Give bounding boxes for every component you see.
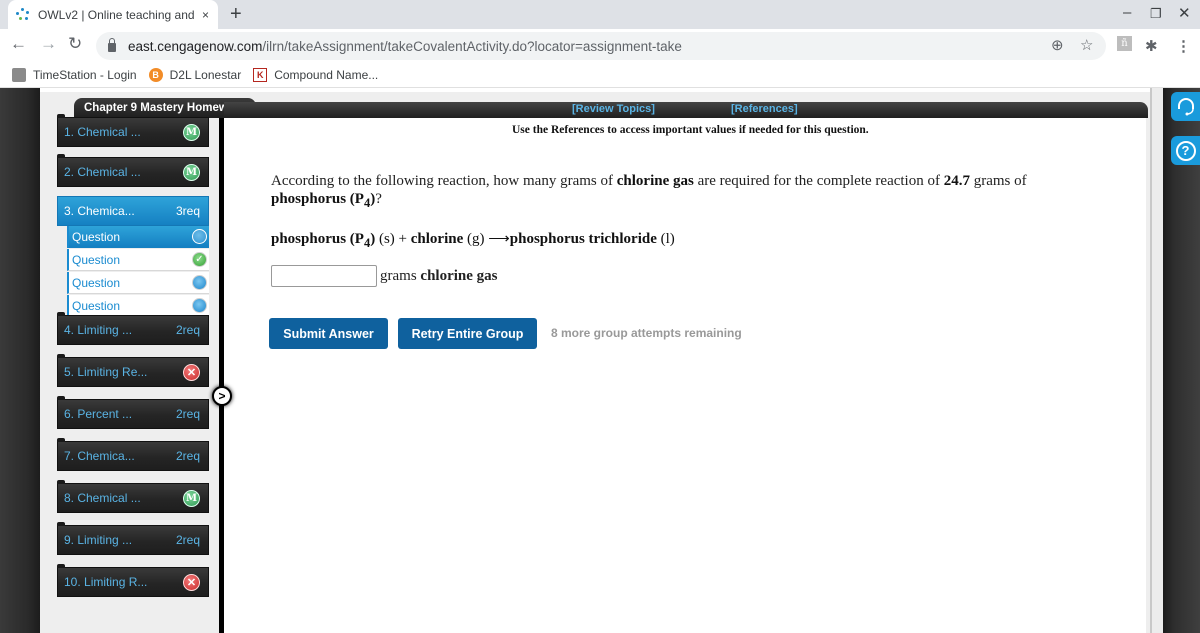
sidebar-item-3[interactable]: 3. Chemica... 3req: [57, 196, 209, 226]
answer-input[interactable]: [271, 265, 377, 287]
minimize-icon[interactable]: –: [1123, 4, 1131, 21]
failed-x-icon: ✕: [183, 363, 200, 381]
reaction-arrow-icon: ⟶: [488, 231, 510, 247]
correct-check-icon: ✓: [192, 252, 207, 267]
chrome-menu-icon[interactable]: ⋮: [1176, 37, 1191, 55]
reaction-equation: phosphorus (P4) (s) + chlorine (g) ⟶phos…: [271, 231, 675, 250]
required-count: 2req: [175, 323, 200, 337]
new-tab-button[interactable]: +: [230, 3, 242, 26]
question-item-4[interactable]: Question: [67, 295, 209, 317]
d2l-icon: B: [148, 67, 163, 82]
browser-toolbar: ← → ↻ east.cengagenow.com/ilrn/takeAssig…: [0, 29, 1200, 62]
mastered-icon: M: [183, 163, 200, 181]
question-item-2[interactable]: Question ✓: [67, 249, 209, 271]
sidebar-item-5[interactable]: 5. Limiting Re... ✕: [57, 354, 209, 387]
mastered-icon: M: [183, 123, 200, 141]
help-icon: ?: [1175, 140, 1196, 161]
browser-tab-bar: OWLv2 | Online teaching and lea × + – ❐ …: [0, 0, 1200, 29]
browser-tab[interactable]: OWLv2 | Online teaching and lea ×: [8, 0, 218, 29]
sidebar-item-2[interactable]: 2. Chemical ... M: [57, 154, 209, 187]
sidebar-item-1[interactable]: 1. Chemical ... M: [57, 114, 209, 147]
references-note: Use the References to access important v…: [512, 124, 869, 136]
question-item-1[interactable]: Question: [67, 226, 209, 248]
content-header-bar: [Review Topics] [References]: [224, 102, 1148, 118]
forward-arrow-icon[interactable]: →: [40, 34, 57, 54]
address-bar[interactable]: east.cengagenow.com/ilrn/takeAssignment/…: [96, 32, 1106, 60]
attempts-remaining: 8 more group attempts remaining: [551, 326, 742, 340]
sidebar-item-7[interactable]: 7. Chemica... 2req: [57, 438, 209, 471]
lock-icon: [108, 38, 116, 52]
owl-favicon-icon: [16, 7, 30, 22]
reload-icon[interactable]: ↻: [68, 34, 82, 54]
tab-close-icon[interactable]: ×: [202, 8, 209, 22]
unanswered-icon: [192, 298, 207, 313]
bookmarks-bar: TimeStation - Login B D2L Lonestar K Com…: [0, 62, 1200, 88]
help-button[interactable]: ?: [1171, 136, 1200, 165]
extension-h-icon[interactable]: ñ: [1117, 36, 1132, 51]
frame-separator: [1150, 88, 1163, 633]
current-question-icon: [192, 229, 207, 244]
required-count: 2req: [175, 449, 200, 463]
headset-icon: [1177, 97, 1194, 115]
bookmark-d2l[interactable]: B D2L Lonestar: [148, 67, 241, 82]
url-text[interactable]: east.cengagenow.com/ilrn/takeAssignment/…: [128, 39, 682, 54]
failed-x-icon: ✕: [183, 573, 200, 591]
support-button[interactable]: [1171, 92, 1200, 121]
unanswered-icon: [192, 275, 207, 290]
frame-right: [1163, 88, 1200, 633]
sidebar-item-9[interactable]: 9. Limiting ... 2req: [57, 522, 209, 555]
zoom-icon[interactable]: ⊕: [1051, 36, 1064, 54]
collapse-sidebar-button[interactable]: >: [212, 386, 232, 406]
answer-row: grams chlorine gas: [271, 265, 498, 287]
references-link[interactable]: [References]: [731, 103, 798, 115]
back-arrow-icon[interactable]: ←: [10, 34, 27, 54]
answer-unit: grams chlorine gas: [380, 267, 498, 284]
retry-entire-group-button[interactable]: Retry Entire Group: [398, 318, 537, 349]
restore-icon[interactable]: ❐: [1150, 6, 1162, 22]
bookmark-compound-name[interactable]: K Compound Name...: [253, 67, 378, 82]
frame-left: [0, 88, 40, 633]
close-window-icon[interactable]: ✕: [1178, 4, 1191, 22]
bookmark-timestation[interactable]: TimeStation - Login: [12, 67, 137, 82]
required-count: 2req: [175, 407, 200, 421]
required-count: 3req: [175, 204, 200, 218]
required-count: 2req: [175, 533, 200, 547]
sidebar-divider[interactable]: [219, 118, 224, 633]
review-topics-link[interactable]: [Review Topics]: [572, 103, 655, 115]
question-item-3[interactable]: Question: [67, 272, 209, 294]
submit-answer-button[interactable]: Submit Answer: [269, 318, 388, 349]
bookmark-star-icon[interactable]: ☆: [1080, 36, 1093, 54]
compound-icon: K: [253, 67, 268, 82]
sidebar-item-8[interactable]: 8. Chemical ... M: [57, 480, 209, 513]
mastered-icon: M: [183, 489, 200, 507]
tab-title: OWLv2 | Online teaching and lea: [38, 7, 198, 22]
sidebar-item-6[interactable]: 6. Percent ... 2req: [57, 396, 209, 429]
question-text: According to the following reaction, how…: [271, 173, 1027, 210]
timestation-icon: [12, 67, 26, 82]
sidebar-item-10[interactable]: 10. Limiting R... ✕: [57, 564, 209, 597]
extensions-puzzle-icon[interactable]: ✱: [1145, 37, 1158, 55]
sidebar-item-4[interactable]: 4. Limiting ... 2req: [57, 312, 209, 345]
